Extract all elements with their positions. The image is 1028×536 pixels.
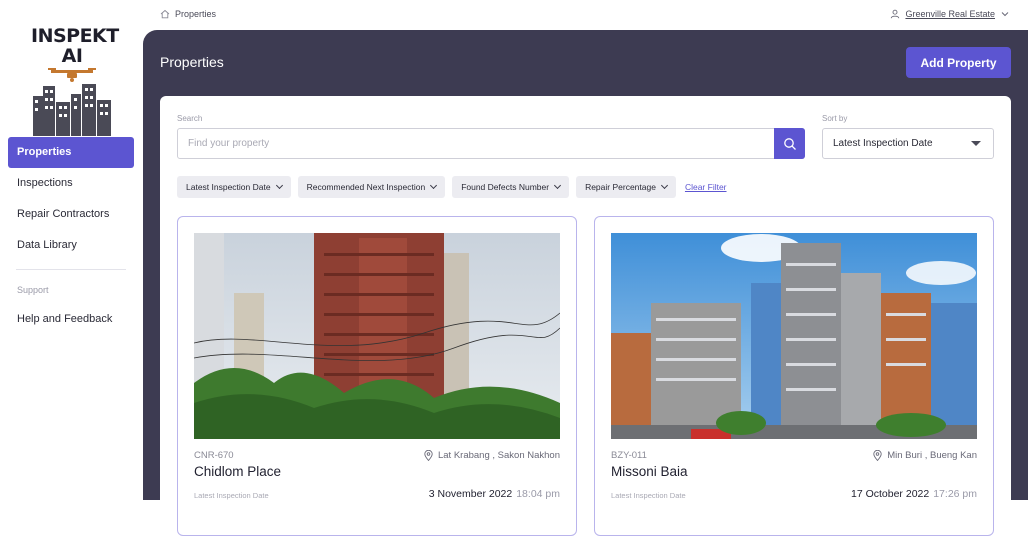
filter-label: Recommended Next Inspection [306,182,426,192]
top-bar: Properties Greenville Real Estate [143,0,1028,30]
property-code: BZY-011 [611,450,647,461]
filter-found-defects-number[interactable]: Found Defects Number [452,176,570,198]
sidebar-nav: Properties Inspections Repair Contractor… [8,137,134,335]
search-box [177,128,805,159]
location-pin-icon [424,450,433,461]
filter-repair-percentage[interactable]: Repair Percentage [576,176,676,198]
inspection-time: 18:04 pm [516,488,560,500]
inspection-date-value: 17 October 2022 17:26 pm [851,488,977,500]
sidebar-item-properties[interactable]: Properties [8,137,134,168]
search-input[interactable] [178,129,774,158]
inspection-date: 17 October 2022 [850,488,930,500]
caret-down-icon [971,141,981,146]
sidebar-item-repair-contractors[interactable]: Repair Contractors [8,199,134,230]
filter-label: Latest Inspection Date [186,182,271,192]
chevron-down-icon [554,181,562,190]
property-card[interactable]: CNR-670 Lat Krabang , Sakon Nakhon Chidl… [177,216,577,536]
main-panel: Properties Add Property Search Sort by L… [143,30,1028,536]
filter-latest-inspection-date[interactable]: Latest Inspection Date [177,176,291,198]
app-logo: INSPEKT AI [31,25,119,136]
breadcrumb: Properties [160,9,216,19]
account-menu[interactable]: Greenville Real Estate [890,9,1010,19]
property-name: Chidlom Place [194,464,282,479]
chevron-down-icon[interactable] [1000,10,1010,18]
property-location: Min Buri , Bueng Kan [873,450,977,461]
breadcrumb-current: Properties [175,9,217,19]
account-name[interactable]: Greenville Real Estate [905,9,995,19]
page-title: Properties [160,54,224,70]
sidebar: INSPEKT AI Properties Inspections Repair… [0,0,143,500]
property-photo [611,233,977,439]
property-location: Lat Krabang , Sakon Nakhon [424,450,560,461]
property-location-text: Lat Krabang , Sakon Nakhon [437,450,560,461]
home-icon[interactable] [160,9,170,19]
inspection-date-value: 3 November 2022 18:04 pm [429,488,560,500]
properties-content: Search Sort by Latest Inspection Date La… [160,96,1011,536]
search-label: Search [177,114,203,123]
chevron-down-icon [275,181,283,190]
filter-bar: Latest Inspection Date Recommended Next … [177,176,727,198]
location-pin-icon [873,450,882,461]
filter-label: Repair Percentage [585,182,656,192]
sort-select[interactable]: Latest Inspection Date [822,128,994,159]
clear-filter-link[interactable]: Clear Filter [685,182,727,192]
filter-recommended-next-inspection[interactable]: Recommended Next Inspection [297,176,446,198]
sidebar-item-data-library[interactable]: Data Library [8,230,134,261]
chevron-down-icon [430,181,438,190]
chevron-down-icon [660,181,668,190]
property-photo [194,233,560,439]
search-button[interactable] [774,128,805,159]
inspection-date-label: Latest Inspection Date [194,491,269,500]
inspection-time: 17:26 pm [933,488,977,500]
sort-label: Sort by [822,114,848,123]
property-name: Missoni Baia [611,464,688,479]
sidebar-item-help-and-feedback[interactable]: Help and Feedback [8,304,134,335]
logo-text: INSPEKT AI [31,25,119,67]
sidebar-divider [16,269,126,270]
user-icon [891,9,900,19]
sort-value: Latest Inspection Date [833,138,933,149]
inspection-date: 3 November 2022 [428,488,513,500]
inspection-date-label: Latest Inspection Date [611,491,686,500]
sidebar-section-support: Support [17,285,49,295]
property-card[interactable]: BZY-011 Min Buri , Bueng Kan Missoni Bai… [594,216,994,536]
sidebar-item-inspections[interactable]: Inspections [8,168,134,199]
property-location-text: Min Buri , Bueng Kan [887,450,977,461]
property-code: CNR-670 [194,450,234,461]
logo-buildings-illustration [33,68,111,136]
search-icon [783,137,796,150]
add-property-button[interactable]: Add Property [906,47,1011,78]
filter-label: Found Defects Number [461,182,550,192]
